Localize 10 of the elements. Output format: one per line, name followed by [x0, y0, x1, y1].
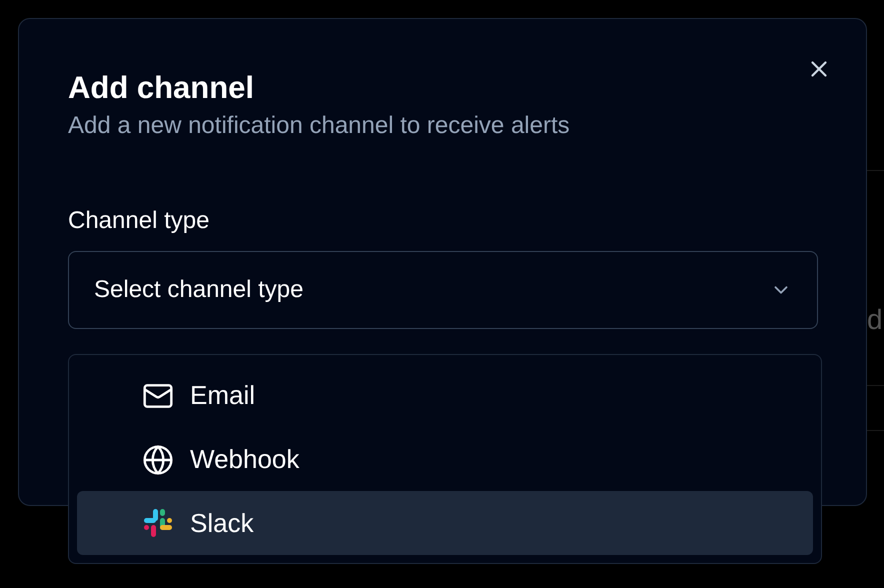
background-text: d — [867, 306, 883, 334]
dropdown-option[interactable]: Webhook — [77, 428, 813, 492]
field-label: Channel type — [68, 206, 210, 236]
dialog-title: Add channel — [68, 69, 256, 107]
slack-icon — [142, 507, 174, 540]
globe-icon — [142, 444, 174, 476]
dropdown-option[interactable]: Email — [77, 364, 813, 428]
dropdown-option[interactable]: Slack — [77, 491, 813, 556]
select-field[interactable]: Select channel type — [68, 251, 818, 329]
dialog-description: Add a new notification channel to receive alerts — [68, 111, 571, 141]
